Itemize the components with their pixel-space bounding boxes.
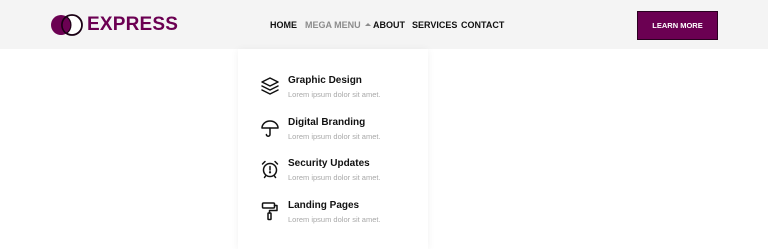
mega-menu-item-security-updates[interactable]: Security Updates Lorem ipsum dolor sit a… <box>260 157 420 191</box>
nav-mega-menu-label: MEGA MENU <box>305 20 361 30</box>
alarm-clock-icon <box>260 159 280 179</box>
navbar: EXPRESS HOME MEGA MENU ABOUT SERVICES CO… <box>0 0 768 49</box>
mega-menu-dropdown: Graphic Design Lorem ipsum dolor sit ame… <box>238 49 428 249</box>
umbrella-icon <box>260 118 280 138</box>
mega-menu-item-title: Security Updates <box>288 158 370 169</box>
mega-menu-item-graphic-design[interactable]: Graphic Design Lorem ipsum dolor sit ame… <box>260 74 420 108</box>
brand-name: EXPRESS <box>87 14 179 35</box>
mega-menu-item-title: Graphic Design <box>288 75 362 86</box>
nav-about[interactable]: ABOUT <box>373 19 405 31</box>
mega-menu-item-title: Digital Branding <box>288 117 366 128</box>
paint-roller-icon <box>260 201 280 221</box>
nav-contact[interactable]: CONTACT <box>461 19 504 31</box>
mega-menu-item-description: Lorem ipsum dolor sit amet. <box>288 173 381 182</box>
mega-menu-item-description: Lorem ipsum dolor sit amet. <box>288 90 381 99</box>
mega-menu-item-description: Lorem ipsum dolor sit amet. <box>288 132 381 141</box>
logo[interactable]: EXPRESS <box>50 12 178 38</box>
layers-icon <box>260 76 280 96</box>
logo-circles-icon <box>51 14 83 36</box>
learn-more-button[interactable]: LEARN MORE <box>637 11 718 40</box>
mega-menu-item-title: Landing Pages <box>288 200 360 211</box>
page: EXPRESS HOME MEGA MENU ABOUT SERVICES CO… <box>0 0 768 249</box>
nav-home[interactable]: HOME <box>270 19 297 31</box>
caret-up-icon <box>364 23 371 26</box>
nav-services[interactable]: SERVICES <box>412 19 457 31</box>
mega-menu-item-digital-branding[interactable]: Digital Branding Lorem ipsum dolor sit a… <box>260 116 420 150</box>
mega-menu-item-landing-pages[interactable]: Landing Pages Lorem ipsum dolor sit amet… <box>260 199 420 233</box>
nav-mega-menu[interactable]: MEGA MENU <box>305 19 371 31</box>
mega-menu-item-description: Lorem ipsum dolor sit amet. <box>288 215 381 224</box>
